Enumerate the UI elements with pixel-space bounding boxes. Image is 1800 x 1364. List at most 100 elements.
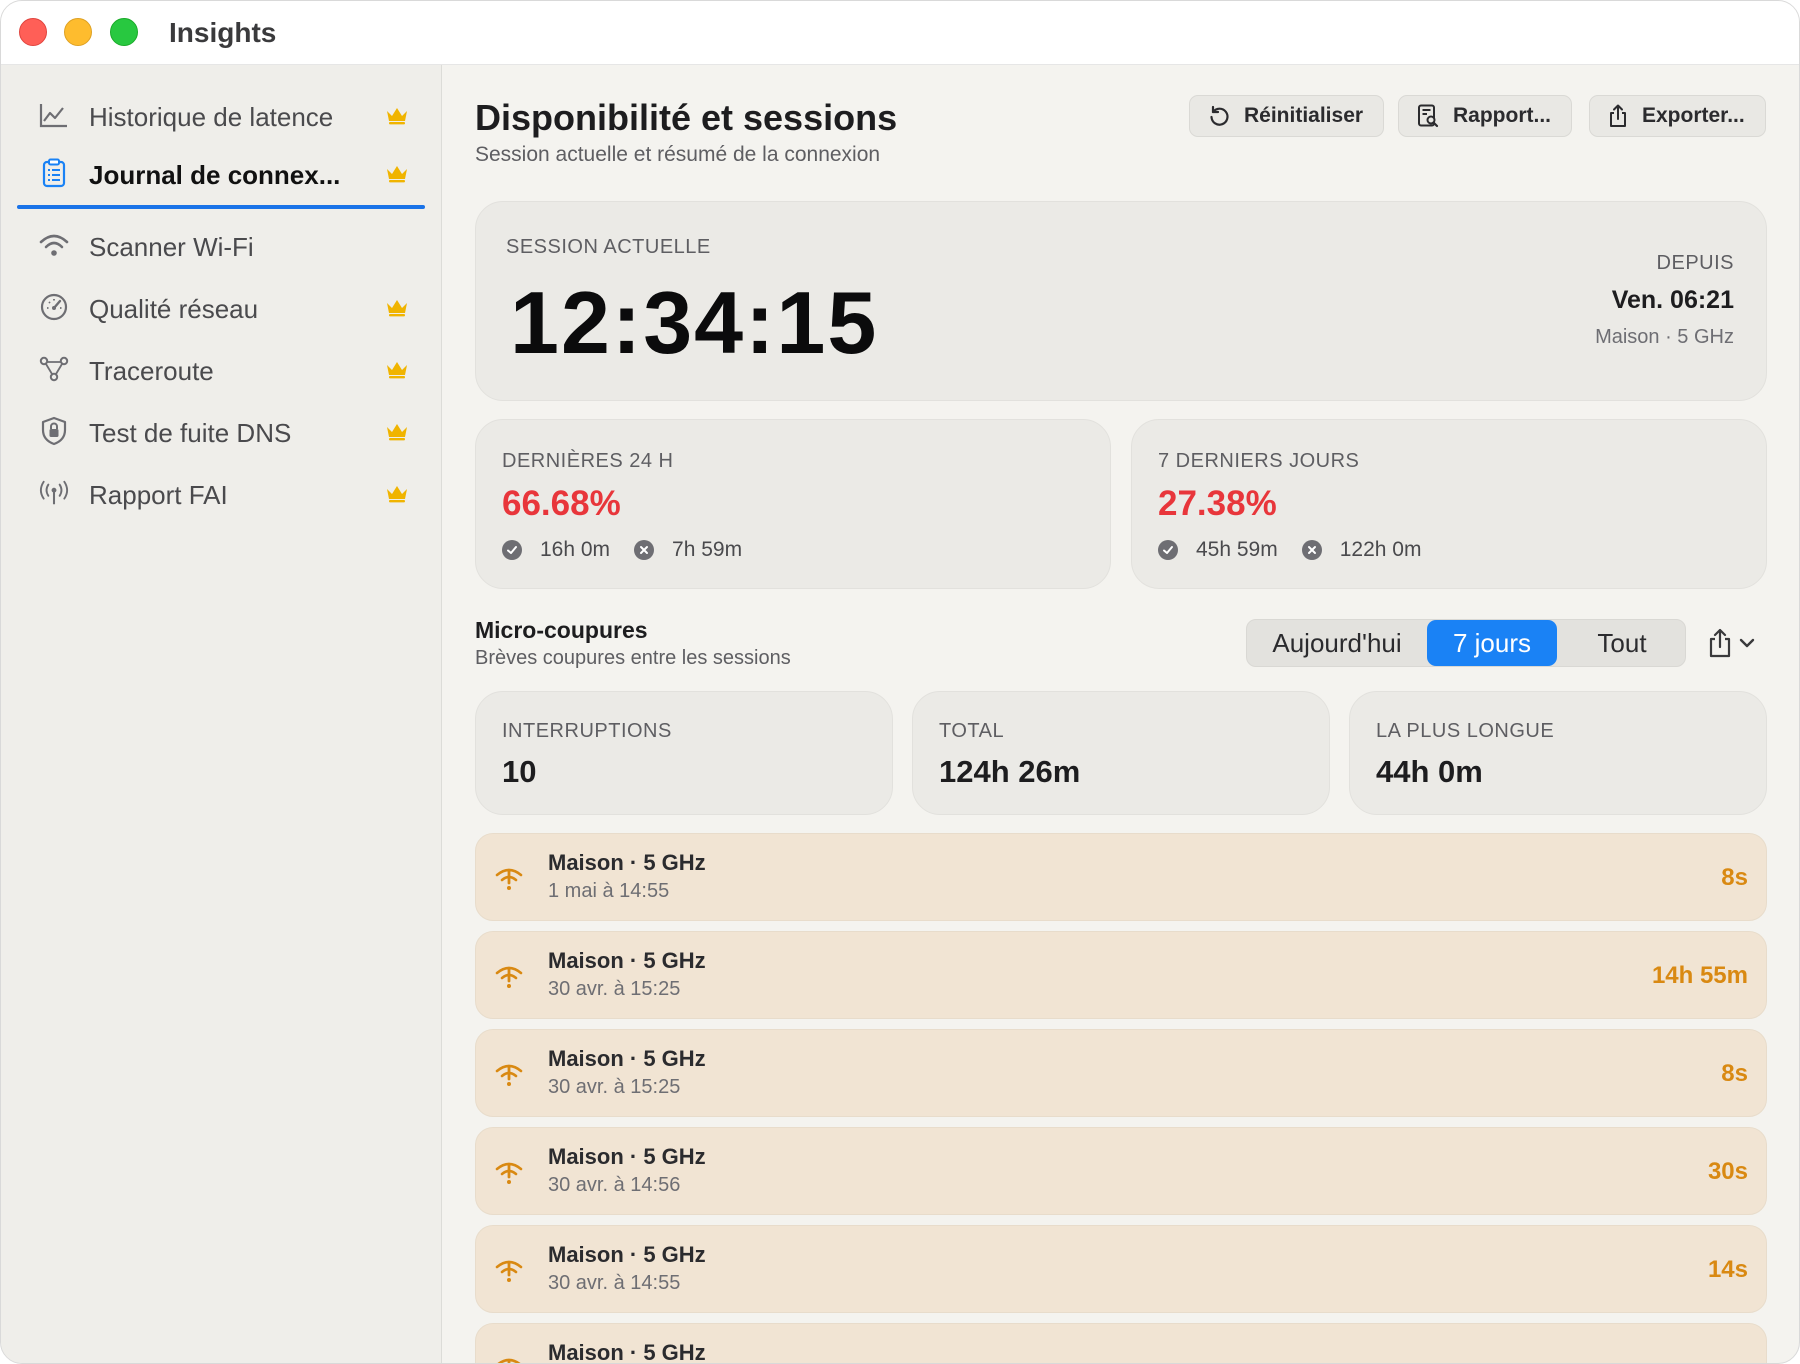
- outage-duration: 14s: [1707, 1256, 1748, 1283]
- sidebar-item-traceroute[interactable]: Traceroute: [17, 339, 425, 399]
- outage-row[interactable]: Maison · 5 GHz 30 avr. à 15:25 8s: [475, 1029, 1767, 1117]
- since-value: Ven. 06:21: [1611, 286, 1734, 314]
- longest-caption: LA PLUS LONGUE: [1376, 720, 1555, 742]
- longest-value: 44h 0m: [1376, 754, 1483, 789]
- title-bar: Insights: [1, 1, 1799, 65]
- report-button-label: Rapport...: [1453, 104, 1551, 127]
- session-network: Maison · 5 GHz: [1595, 326, 1734, 348]
- reset-button-label: Réinitialiser: [1244, 104, 1364, 127]
- last-24h-caption: DERNIÈRES 24 H: [502, 450, 674, 472]
- sidebar: Historique de latence Journal de connex.…: [1, 65, 442, 1363]
- route-nodes-icon: [39, 354, 69, 384]
- current-session-duration: 12:34:15: [510, 273, 879, 372]
- reset-button[interactable]: Réinitialiser: [1189, 95, 1385, 137]
- main-content: Disponibilité et sessions Session actuel…: [443, 65, 1799, 1363]
- outage-row[interactable]: Maison · 5 GHz 30 avr. à 14:56 30s: [475, 1127, 1767, 1215]
- outage-row[interactable]: Maison · 5 GHz 1 mai à 14:55 8s: [475, 833, 1767, 921]
- wifi-exclamation-icon: [495, 868, 523, 890]
- outage-date: 30 avr. à 15:25: [548, 978, 681, 1000]
- window-title: Insights: [169, 17, 277, 48]
- outage-network: Maison · 5 GHz: [548, 948, 706, 973]
- export-button[interactable]: Exporter...: [1589, 95, 1766, 137]
- sidebar-item-label: Scanner Wi-Fi: [89, 232, 254, 262]
- sidebar-item-network-quality[interactable]: Qualité réseau: [17, 277, 425, 337]
- chevron-down-icon: [1739, 638, 1755, 648]
- total-card: TOTAL 124h 26m: [912, 691, 1330, 815]
- x-circle-icon: [1301, 540, 1322, 560]
- app-window: Insights Historique de latence Journal d…: [0, 0, 1800, 1364]
- outage-network: Maison · 5 GHz: [548, 850, 706, 875]
- share-menu-button[interactable]: [1707, 627, 1755, 659]
- outage-duration: 8s: [1721, 864, 1748, 891]
- sidebar-item-label: Traceroute: [89, 356, 214, 386]
- outage-row[interactable]: Maison · 5 GHz 30 avr. à 14:55 14s: [475, 1225, 1767, 1313]
- x-circle-icon: [634, 540, 655, 560]
- last-7-days-caption: 7 DERNIERS JOURS: [1158, 450, 1360, 472]
- outage-row[interactable]: Maison · 5 GHz: [475, 1323, 1767, 1364]
- segment-all[interactable]: Tout: [1557, 620, 1687, 666]
- outage-network: Maison · 5 GHz: [548, 1340, 706, 1364]
- outage-network: Maison · 5 GHz: [548, 1144, 706, 1169]
- minimize-window-button[interactable]: [64, 18, 92, 46]
- wifi-exclamation-icon: [495, 966, 523, 988]
- share-icon: [1709, 628, 1731, 658]
- total-value: 124h 26m: [939, 754, 1081, 789]
- last-24h-stats: 16h 0m 7h 59m: [502, 538, 766, 562]
- close-window-button[interactable]: [19, 18, 47, 46]
- report-document-icon: [1418, 104, 1439, 128]
- outage-duration: 8s: [1721, 1060, 1748, 1087]
- last-7-days-stats: 45h 59m 122h 0m: [1158, 538, 1445, 562]
- interruptions-value: 10: [502, 754, 537, 789]
- wifi-exclamation-icon: [497, 1358, 521, 1363]
- wifi-exclamation-icon: [495, 1162, 523, 1184]
- longest-card: LA PLUS LONGUE 44h 0m: [1349, 691, 1767, 815]
- sidebar-item-label: Qualité réseau: [89, 294, 259, 324]
- interruptions-caption: INTERRUPTIONS: [502, 720, 672, 742]
- outage-row[interactable]: Maison · 5 GHz 30 avr. à 15:25 14h 55m: [475, 931, 1767, 1019]
- sidebar-item-dns-leak-test[interactable]: Test de fuite DNS: [17, 401, 425, 461]
- last-24h-percent: 66.68%: [502, 484, 621, 523]
- gauge-icon: [39, 292, 69, 322]
- shield-lock-icon: [39, 416, 69, 446]
- sidebar-item-isp-report[interactable]: Rapport FAI: [17, 463, 425, 523]
- outage-duration: 30s: [1707, 1158, 1748, 1185]
- interruptions-card: INTERRUPTIONS 10: [475, 691, 893, 815]
- sidebar-item-label: Rapport FAI: [89, 480, 228, 510]
- segment-today[interactable]: Aujourd'hui: [1247, 620, 1427, 666]
- crown-icon: [385, 297, 409, 317]
- downtime-value: 122h 0m: [1339, 538, 1422, 561]
- clipboard-list-icon: [39, 158, 69, 188]
- last-24h-card: DERNIÈRES 24 H 66.68% 16h 0m 7h 59m: [475, 419, 1111, 589]
- crown-icon: [385, 483, 409, 503]
- outage-date: 30 avr. à 15:25: [548, 1076, 681, 1098]
- reset-icon: [1210, 105, 1229, 126]
- outage-date: 30 avr. à 14:55: [548, 1272, 681, 1294]
- section-subtitle: Brèves coupures entre les sessions: [475, 647, 791, 669]
- current-session-card: SESSION ACTUELLE 12:34:15 DEPUIS Ven. 06…: [475, 201, 1767, 401]
- outage-network: Maison · 5 GHz: [548, 1046, 706, 1071]
- crown-icon: [385, 105, 409, 125]
- page-title: Disponibilité et sessions: [475, 97, 898, 138]
- current-session-caption: SESSION ACTUELLE: [506, 236, 711, 258]
- last-7-days-card: 7 DERNIERS JOURS 27.38% 45h 59m 122h 0m: [1131, 419, 1767, 589]
- uptime-value: 45h 59m: [1196, 538, 1278, 561]
- sidebar-item-connection-log[interactable]: Journal de connex...: [17, 143, 425, 209]
- downtime-value: 7h 59m: [672, 538, 743, 561]
- sidebar-item-label: Test de fuite DNS: [89, 418, 292, 448]
- segment-7-days[interactable]: 7 jours: [1427, 620, 1557, 666]
- export-button-label: Exporter...: [1642, 104, 1745, 127]
- total-caption: TOTAL: [939, 720, 1005, 742]
- check-circle-icon: [1158, 540, 1178, 560]
- zoom-window-button[interactable]: [110, 18, 138, 46]
- report-button[interactable]: Rapport...: [1398, 95, 1572, 137]
- page-subtitle: Session actuelle et résumé de la connexi…: [475, 143, 881, 166]
- wifi-exclamation-icon: [495, 1064, 523, 1086]
- section-title: Micro-coupures: [475, 617, 648, 643]
- check-circle-icon: [502, 540, 522, 560]
- antenna-icon: [39, 478, 69, 508]
- sidebar-item-label: Historique de latence: [89, 102, 334, 132]
- active-indicator: [17, 205, 425, 209]
- sidebar-item-latency-history[interactable]: Historique de latence: [17, 85, 425, 145]
- sidebar-item-wifi-scanner[interactable]: Scanner Wi-Fi: [17, 215, 425, 275]
- uptime-value: 16h 0m: [540, 538, 611, 561]
